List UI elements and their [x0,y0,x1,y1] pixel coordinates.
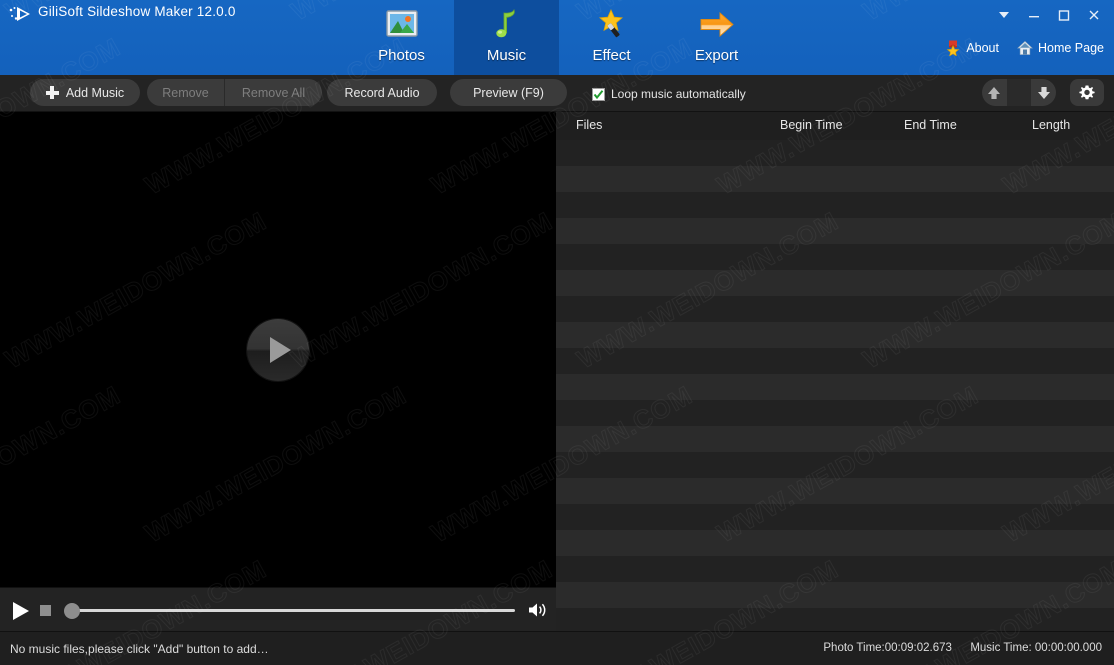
tab-photos-label: Photos [378,47,425,64]
table-row[interactable] [556,556,1114,582]
photo-time-label: Photo Time:00:09:02.673 [823,642,952,654]
column-header-files[interactable]: Files [576,118,602,132]
group-divider [1006,79,1032,106]
preview-label: Preview (F9) [473,85,544,100]
remove-all-label: Remove All [241,85,306,100]
table-row[interactable] [556,608,1114,631]
minimize-button[interactable] [1020,4,1048,26]
move-down-button[interactable] [1031,79,1056,106]
music-time-label: Music Time: 00:00:00.000 [970,642,1102,654]
table-row[interactable] [556,244,1114,270]
table-row[interactable] [556,296,1114,322]
move-buttons-group [982,79,1056,106]
tab-export[interactable]: Export [664,0,769,75]
table-row[interactable] [556,504,1114,530]
menu-chevron-button[interactable] [990,4,1018,26]
homepage-link[interactable]: Home Page [1017,40,1104,56]
list-header: Files Begin Time End Time Length [556,112,1114,140]
column-header-begin-time[interactable]: Begin Time [780,118,843,132]
close-icon [1089,10,1099,20]
status-message: No music files,please click "Add" button… [10,642,269,656]
table-row[interactable] [556,452,1114,478]
photos-icon [382,6,422,44]
tab-effect-label: Effect [592,47,631,64]
table-row[interactable] [556,322,1114,348]
house-icon [1017,41,1033,55]
record-audio-label: Record Audio [344,85,420,100]
tab-music-label: Music [486,47,527,64]
loop-music-checkbox[interactable]: Loop music automatically [592,87,746,101]
stop-icon[interactable] [40,605,51,616]
seek-slider-track[interactable] [68,609,515,612]
table-row[interactable] [556,374,1114,400]
preview-button[interactable]: Preview (F9) [450,79,567,106]
record-audio-button[interactable]: Record Audio [327,79,437,106]
table-row[interactable] [556,270,1114,296]
table-row[interactable] [556,582,1114,608]
speaker-icon[interactable] [527,601,549,619]
arrow-right-icon [697,6,737,44]
play-icon[interactable] [13,602,29,620]
plus-icon [45,86,59,99]
remove-button[interactable]: Remove [147,79,224,106]
homepage-label: Home Page [1037,41,1104,55]
add-music-button[interactable]: Add Music [30,79,140,106]
table-row[interactable] [556,166,1114,192]
tab-effect[interactable]: Effect [559,0,664,75]
status-times: Photo Time:00:09:02.673 Music Time: 00:0… [823,642,1102,654]
minimize-icon [1029,16,1039,18]
music-list-rows[interactable] [556,140,1114,631]
magic-wand-icon [592,6,632,44]
checkbox-box [592,87,605,101]
remove-all-button[interactable]: Remove All [225,79,322,106]
arrow-down-icon [1037,86,1050,99]
application-window: GiliSoft Sildeshow Maker 12.0.0 Photos M… [0,0,1114,665]
header-links: About Home Page [945,40,1104,56]
player-bar [0,587,556,632]
table-row[interactable] [556,426,1114,452]
add-music-label: Add Music [65,85,125,100]
play-button-icon[interactable] [247,318,309,381]
move-up-button[interactable] [982,79,1007,106]
toolbar: Add Music Remove Remove All Record Audio… [0,75,1114,112]
play-triangle [270,336,291,363]
loop-music-label: Loop music automatically [611,87,746,101]
table-row[interactable] [556,218,1114,244]
preview-area[interactable] [0,112,556,587]
arrow-up-icon [988,86,1001,99]
table-row[interactable] [556,400,1114,426]
seek-slider-handle[interactable] [64,603,80,619]
check-icon [593,89,604,99]
chevron-down-icon [999,12,1009,18]
music-list-panel: Files Begin Time End Time Length [556,112,1114,631]
about-link[interactable]: About [945,40,999,56]
table-row[interactable] [556,192,1114,218]
column-header-end-time[interactable]: End Time [904,118,957,132]
gear-icon [1079,85,1095,99]
main-tabs: Photos Music Effect Export [349,0,769,75]
tab-music[interactable]: Music [454,0,559,75]
about-label: About [966,41,999,55]
close-button[interactable] [1080,4,1108,26]
settings-button[interactable] [1070,79,1104,106]
table-row[interactable] [556,140,1114,166]
maximize-icon [1058,10,1070,21]
remove-button-group: Remove Remove All [147,79,322,106]
remove-label: Remove [162,85,209,100]
table-row[interactable] [556,478,1114,504]
tab-export-label: Export [694,47,739,64]
star-medal-icon [946,40,960,56]
title-bar: GiliSoft Sildeshow Maker 12.0.0 Photos M… [0,0,1114,75]
table-row[interactable] [556,530,1114,556]
music-note-icon [487,6,527,44]
app-logo-icon [8,5,34,23]
maximize-button[interactable] [1050,4,1078,26]
table-row[interactable] [556,348,1114,374]
tab-photos[interactable]: Photos [349,0,454,75]
app-title: GiliSoft Sildeshow Maker 12.0.0 [38,4,236,19]
window-controls [990,4,1108,26]
status-bar: No music files,please click "Add" button… [0,631,1114,665]
column-header-length[interactable]: Length [1032,118,1070,132]
